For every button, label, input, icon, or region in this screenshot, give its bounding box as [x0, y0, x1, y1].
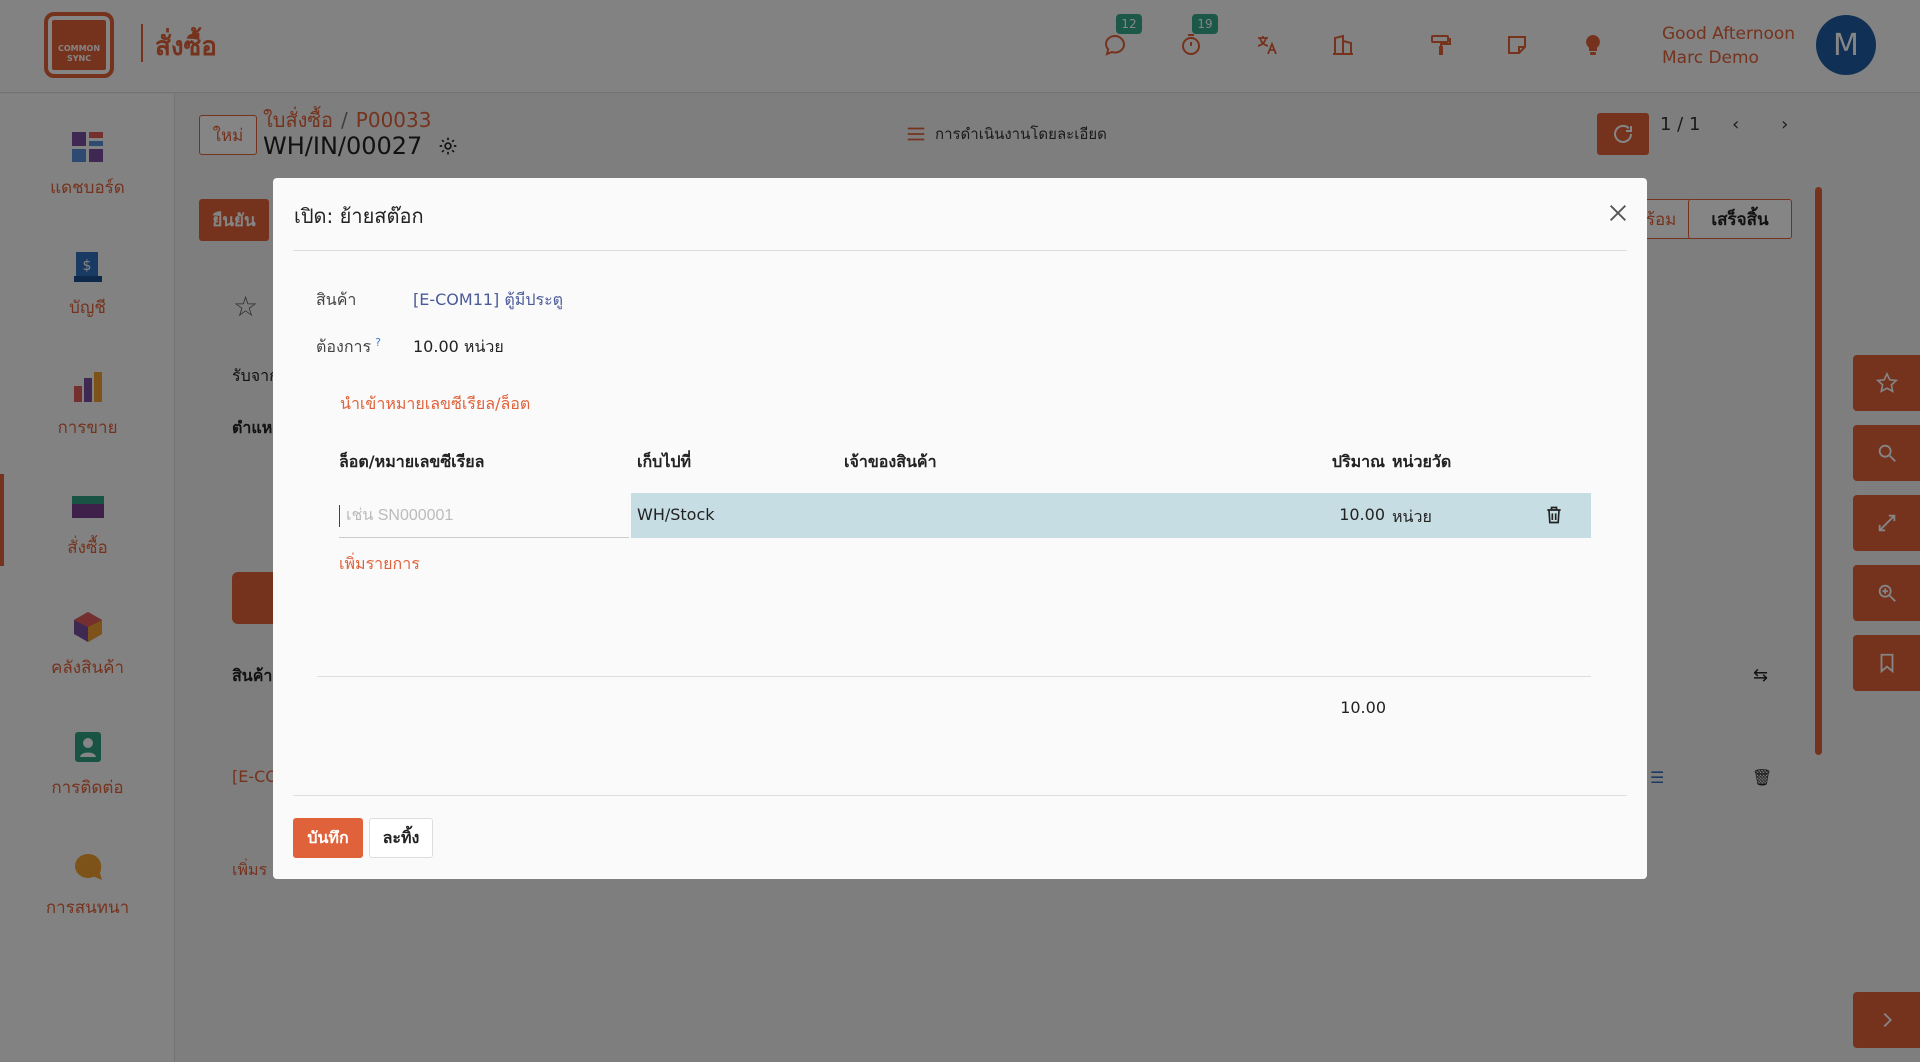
column-header-uom[interactable]: หน่วยวัด	[1392, 450, 1451, 475]
help-icon[interactable]: ?	[375, 336, 381, 349]
table-row[interactable]	[631, 493, 1591, 538]
dialog-title: เปิด: ย้ายสต๊อก	[294, 204, 424, 228]
product-value[interactable]: [E-COM11] ตู้มีประตู	[413, 288, 563, 313]
dialog-header-divider	[293, 250, 1627, 251]
demand-value: 10.00 หน่วย	[413, 337, 504, 356]
column-header-location[interactable]: เก็บไปที่	[637, 450, 691, 475]
close-button[interactable]	[1603, 198, 1633, 228]
uom-cell[interactable]: หน่วย	[1392, 505, 1432, 530]
lot-serial-input[interactable]	[339, 505, 629, 527]
trash-icon[interactable]	[1544, 505, 1564, 525]
demand-label-text: ต้องการ	[316, 337, 372, 356]
lot-serial-field[interactable]	[339, 494, 629, 538]
table-footer-divider	[317, 676, 1591, 677]
demand-label: ต้องการ?	[316, 335, 381, 360]
location-cell[interactable]: WH/Stock	[637, 505, 715, 524]
close-icon	[1610, 205, 1626, 221]
dialog-footer-divider	[293, 795, 1627, 796]
import-lots-link[interactable]: นำเข้าหมายเลขซีเรียล/ล็อต	[340, 392, 530, 417]
column-header-quantity[interactable]: ปริมาณ	[1289, 450, 1385, 475]
quantity-total: 10.00	[1340, 698, 1386, 717]
column-header-lot[interactable]: ล็อต/หมายเลขซีเรียล	[339, 450, 484, 475]
product-label: สินค้า	[316, 290, 357, 309]
save-button[interactable]: บันทึก	[293, 818, 363, 858]
stock-move-dialog: เปิด: ย้ายสต๊อก สินค้า [E-COM11] ตู้มีปร…	[273, 178, 1647, 879]
discard-button[interactable]: ละทิ้ง	[369, 818, 433, 858]
add-line-link[interactable]: เพิ่มรายการ	[339, 552, 420, 577]
column-header-owner[interactable]: เจ้าของสินค้า	[844, 450, 937, 475]
quantity-cell[interactable]: 10.00	[1289, 505, 1385, 524]
